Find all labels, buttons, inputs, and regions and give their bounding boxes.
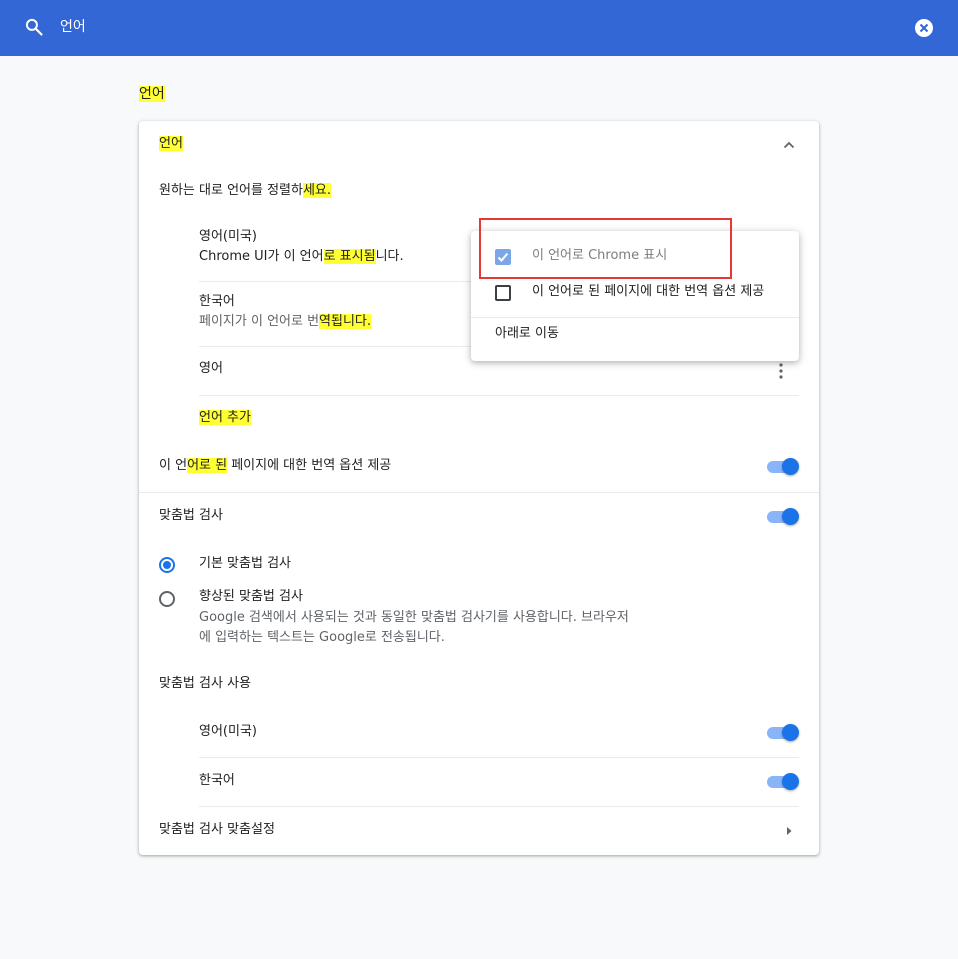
search-toolbar: 언어 — [0, 0, 958, 56]
spellcheck-language-name: 한국어 — [199, 773, 235, 788]
more-vert-icon[interactable] — [777, 361, 785, 381]
spellcheck-language-toggle[interactable] — [767, 773, 799, 791]
language-item-name: 영어(미국) — [199, 229, 257, 244]
enhanced-spellcheck-radio[interactable] — [159, 591, 175, 607]
search-input[interactable]: 언어 — [60, 17, 86, 37]
divider — [139, 492, 819, 493]
enhanced-spellcheck-desc: Google 검색에서 사용되는 것과 동일한 맞춤법 검사기를 사용합니다. … — [199, 610, 629, 625]
highlight-annotation-box — [479, 218, 732, 279]
language-item-name: 한국어 — [199, 294, 235, 309]
language-item-note: 페이지가 이 언어로 번역됩니다. — [199, 314, 372, 329]
clear-search-icon[interactable] — [914, 18, 934, 38]
offer-translate-label: 이 언어로 된 페이지에 대한 번역 옵션 제공 — [159, 458, 392, 473]
divider — [199, 395, 799, 396]
spellcheck-language-toggle[interactable] — [767, 724, 799, 742]
spellcheck-customize-link[interactable]: 맞춤법 검사 맞춤설정 — [159, 821, 275, 839]
move-down-menu-item[interactable]: 아래로 이동 — [495, 325, 559, 343]
enhanced-spellcheck-label: 향상된 맞춤법 검사 — [199, 589, 303, 604]
basic-spellcheck-radio[interactable] — [159, 557, 175, 573]
language-item-name: 영어 — [199, 361, 223, 376]
offer-translate-toggle[interactable] — [767, 458, 799, 476]
menu-divider — [471, 317, 799, 318]
spellcheck-toggle[interactable] — [767, 508, 799, 526]
divider — [199, 806, 799, 807]
add-language-button[interactable]: 언어 추가 — [199, 409, 251, 427]
search-icon[interactable] — [24, 17, 44, 37]
basic-spellcheck-label: 기본 맞춤법 검사 — [199, 556, 291, 571]
languages-intro: 원하는 대로 언어를 정렬하세요. — [159, 183, 332, 198]
enhanced-spellcheck-desc: 에 입력하는 텍스트는 Google로 전송됩니다. — [199, 630, 445, 645]
offer-translate-menu-label[interactable]: 이 언어로 된 페이지에 대한 번역 옵션 제공 — [532, 283, 764, 301]
divider — [199, 757, 799, 758]
languages-section-title[interactable]: 언어 — [159, 135, 183, 153]
spellcheck-language-name: 영어(미국) — [199, 724, 257, 739]
language-item-note: Chrome UI가 이 언어로 표시됨니다. — [199, 249, 404, 264]
spellcheck-title: 맞춤법 검사 — [159, 508, 223, 523]
offer-translate-checkbox[interactable] — [495, 285, 511, 301]
page-title: 언어 — [139, 86, 165, 102]
chevron-right-icon[interactable] — [779, 821, 799, 841]
spellcheck-use-for-title: 맞춤법 검사 사용 — [159, 676, 251, 691]
chevron-up-icon[interactable] — [779, 135, 799, 155]
